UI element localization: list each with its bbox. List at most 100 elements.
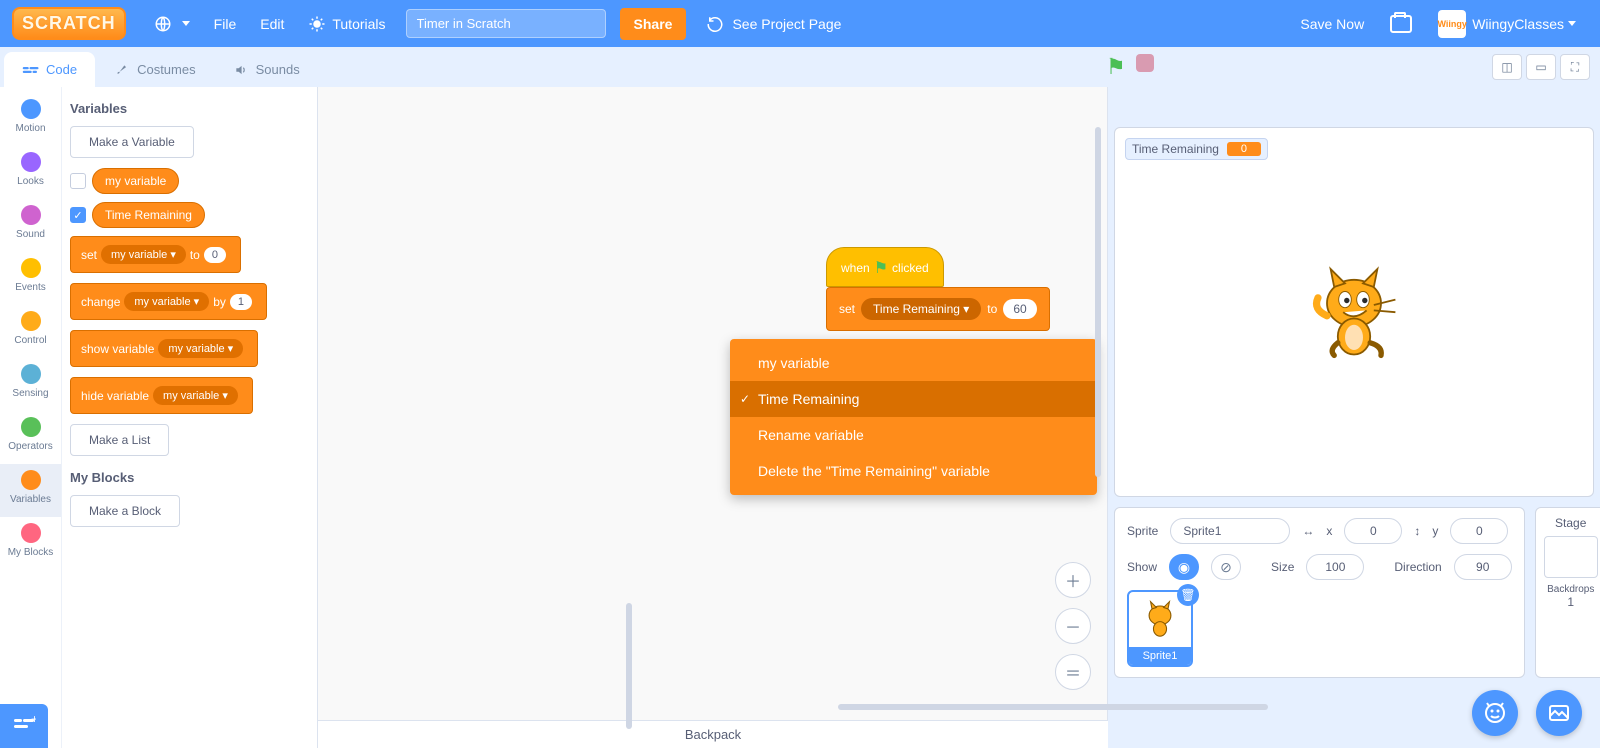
make-list-button[interactable]: Make a List [70,424,169,456]
see-project-page-button[interactable]: See Project Page [692,15,855,33]
backdrops-label: Backdrops [1547,584,1594,595]
sprite-x-input[interactable] [1344,518,1402,544]
category-rail: MotionLooksSoundEventsControlSensingOper… [0,87,62,748]
category-control[interactable]: Control [0,305,61,358]
stage-large-button[interactable]: ▭ [1526,54,1556,80]
my-stuff-icon[interactable] [1390,15,1412,33]
palette-block-hide[interactable]: hide variable my variable ▾ [70,377,253,414]
variable-reporter[interactable]: my variable [92,168,179,194]
stage-thumbnail[interactable] [1544,536,1598,578]
stop-button[interactable] [1136,54,1154,72]
stage-fullscreen-button[interactable]: ⛶ [1560,54,1590,80]
tutorials-label: Tutorials [332,16,385,32]
share-button[interactable]: Share [620,8,687,40]
category-dot [21,311,41,331]
account-menu[interactable]: Wiingy WiingyClasses [1426,0,1588,47]
zoom-in-button[interactable]: ＋ [1055,562,1091,598]
stage-header: ⚑ ◫ ▭ ⛶ [1096,47,1590,87]
hide-sprite-button[interactable]: ⊘ [1211,554,1241,580]
tab-costumes[interactable]: Costumes [95,52,214,87]
show-sprite-button[interactable]: ◉ [1169,554,1199,580]
file-menu[interactable]: File [202,0,249,47]
sprite-size-input[interactable] [1306,554,1364,580]
category-looks[interactable]: Looks [0,146,61,199]
sprite-info-area: Sprite ↔ x ↕ y Show ◉ ⊘ Size Direction [1114,507,1594,678]
category-dot [21,152,41,172]
variable-reporter[interactable]: Time Remaining [92,202,205,228]
zoom-reset-button[interactable]: ＝ [1055,654,1091,690]
stage[interactable]: Time Remaining 0 [1114,127,1594,497]
scratch-logo[interactable]: SCRATCH [12,7,126,40]
sprite-direction-input[interactable] [1454,554,1512,580]
when-flag-clicked-block[interactable]: when ⚑ clicked [826,247,944,287]
dropdown-option-time-remaining[interactable]: ✓ Time Remaining [730,381,1097,417]
category-motion[interactable]: Motion [0,93,61,146]
hide-var-dropdown[interactable]: my variable ▾ [153,386,238,405]
change-var-value[interactable]: 1 [230,294,252,310]
palette-scrollbar[interactable] [626,603,632,729]
stage-small-button[interactable]: ◫ [1492,54,1522,80]
set-variable-value-input[interactable]: 60 [1003,299,1036,319]
sprite-thumbnail[interactable]: 🗑 Sprite1 [1127,590,1193,667]
tutorials-button[interactable]: Tutorials [296,0,397,47]
set-variable-block[interactable]: set Time Remaining ▾ to 60 [826,287,1050,331]
tab-sounds-label: Sounds [256,62,300,77]
xy-icon: ↔ [1302,524,1314,538]
category-events[interactable]: Events [0,252,61,305]
y-icon: ↕ [1414,524,1420,538]
variable-checkbox[interactable]: ✓ [70,207,86,223]
palette-block-show[interactable]: show variable my variable ▾ [70,330,258,367]
sprite-panel: Sprite ↔ x ↕ y Show ◉ ⊘ Size Direction [1114,507,1525,678]
dropdown-delete-variable[interactable]: Delete the "Time Remaining" variable [730,453,1097,489]
set-var-value[interactable]: 0 [204,247,226,263]
set-var-dropdown[interactable]: my variable ▾ [101,245,186,264]
change-var-dropdown[interactable]: my variable ▾ [124,292,209,311]
main-area: MotionLooksSoundEventsControlSensingOper… [0,87,1600,748]
variable-monitor[interactable]: Time Remaining 0 [1125,138,1268,160]
stage-title: Stage [1555,516,1586,530]
dropdown-rename-variable[interactable]: Rename variable [730,417,1097,453]
palette-block-set[interactable]: set my variable ▾ to 0 [70,236,241,273]
variable-checkbox[interactable] [70,173,86,189]
language-menu[interactable] [142,0,202,47]
sprite-on-stage[interactable] [1309,260,1399,365]
palette-block-change[interactable]: change my variable ▾ by 1 [70,283,267,320]
save-now-button[interactable]: Save Now [1288,0,1376,47]
tab-sounds[interactable]: Sounds [214,52,318,87]
category-my-blocks[interactable]: My Blocks [0,517,61,570]
category-operators[interactable]: Operators [0,411,61,464]
make-block-button[interactable]: Make a Block [70,495,180,527]
sprite-name-input[interactable] [1170,518,1290,544]
stage-select-panel[interactable]: Stage Backdrops 1 [1535,507,1600,678]
dropdown-option-my-variable[interactable]: my variable [730,345,1097,381]
direction-label: Direction [1394,560,1441,574]
workspace-wrap: when ⚑ clicked set Time Remaining ▾ to 6… [318,87,1108,748]
edit-menu[interactable]: Edit [248,0,296,47]
code-workspace[interactable]: when ⚑ clicked set Time Remaining ▾ to 6… [318,87,1108,720]
add-extension-button[interactable]: + [0,704,48,748]
chevron-down-icon [1568,21,1576,26]
backpack-header[interactable]: Backpack [318,720,1108,748]
monitor-value: 0 [1227,142,1261,156]
add-backdrop-button[interactable] [1536,690,1582,736]
project-title-input[interactable] [406,9,606,38]
add-sprite-button[interactable] [1472,690,1518,736]
make-variable-button[interactable]: Make a Variable [70,126,194,158]
tab-code[interactable]: Code [4,52,95,87]
set-variable-dropdown[interactable]: Time Remaining ▾ [861,298,981,320]
category-sound[interactable]: Sound [0,199,61,252]
sprite-y-input[interactable] [1450,518,1508,544]
show-var-dropdown[interactable]: my variable ▾ [158,339,243,358]
right-panel: Time Remaining 0 [1108,87,1600,748]
green-flag-button[interactable]: ⚑ [1106,54,1126,80]
show-label: Show [1127,560,1157,574]
delete-sprite-button[interactable]: 🗑 [1177,584,1199,606]
zoom-out-button[interactable]: － [1055,608,1091,644]
workspace-zoom-controls: ＋ － ＝ [1055,562,1091,690]
menu-bar: SCRATCH File Edit Tutorials Share See Pr… [0,0,1600,47]
workspace-scrollbar-horizontal[interactable] [838,704,1268,710]
category-variables[interactable]: Variables [0,464,61,517]
workspace-scrollbar-vertical[interactable] [1095,127,1101,477]
category-sensing[interactable]: Sensing [0,358,61,411]
myblocks-heading: My Blocks [70,470,309,485]
